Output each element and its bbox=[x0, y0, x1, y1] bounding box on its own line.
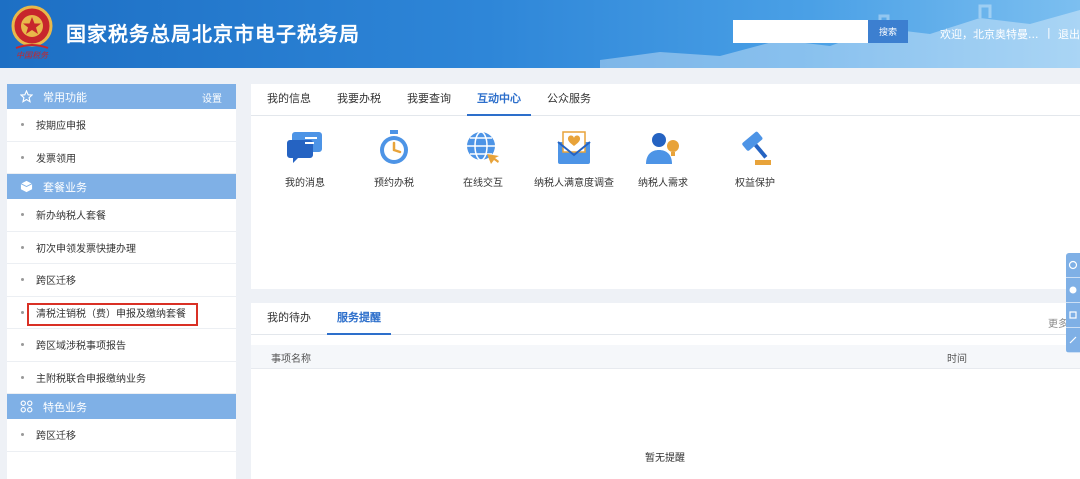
sidebar-section-package[interactable]: 套餐业务 bbox=[7, 174, 236, 199]
sidebar-item-label: 发票领用 bbox=[36, 153, 76, 165]
sidebar-section-featured[interactable]: 特色业务 bbox=[7, 394, 236, 419]
sidebar-section-title: 特色业务 bbox=[43, 400, 87, 414]
sidebar-item-new-taxpayer[interactable]: 新办纳税人套餐 bbox=[7, 199, 236, 232]
reminder-tabs: 我的待办 服务提醒 bbox=[251, 303, 1080, 335]
sidebar-item-joint-declare[interactable]: 主附税联合申报缴纳业务 bbox=[7, 362, 236, 394]
empty-state-text: 暂无提醒 bbox=[645, 453, 685, 464]
grid-item-online-interaction[interactable]: 在线交互 bbox=[443, 128, 523, 189]
more-link[interactable]: 更多 bbox=[1048, 315, 1068, 330]
settings-link[interactable]: 设置 bbox=[202, 90, 222, 105]
tax-emblem-icon: 中国税务 bbox=[11, 5, 53, 60]
tab-interaction-center[interactable]: 互动中心 bbox=[467, 84, 531, 116]
bullet-icon bbox=[21, 123, 24, 127]
float-tool-back-to-top-icon[interactable] bbox=[1066, 328, 1080, 353]
search-input[interactable] bbox=[733, 20, 868, 43]
sidebar-item-label: 跨区域涉税事项报告 bbox=[36, 341, 126, 353]
bullet-icon bbox=[21, 278, 24, 282]
sidebar-item-cross-region-report[interactable]: 跨区域涉税事项报告 bbox=[7, 329, 236, 362]
cube-icon bbox=[19, 180, 33, 194]
bullet-icon bbox=[21, 245, 24, 249]
grid-item-label: 在线交互 bbox=[463, 178, 503, 189]
sidebar-item-label: 主附税联合申报缴纳业务 bbox=[36, 373, 146, 385]
logout-link[interactable]: 退出 bbox=[1058, 26, 1080, 42]
stopwatch-icon bbox=[380, 130, 408, 164]
bullet-icon bbox=[21, 343, 24, 347]
sidebar-item-label: 新办纳税人套餐 bbox=[36, 211, 106, 223]
sidebar-item-first-invoice[interactable]: 初次申领发票快捷办理 bbox=[7, 232, 236, 264]
survey-envelope-icon bbox=[557, 131, 591, 164]
column-header-item-name: 事项名称 bbox=[271, 354, 311, 365]
sidebar: 常用功能 设置 按期应申报 发票领用 套餐业务 新办纳税人套餐 初次申领发票快捷… bbox=[7, 84, 236, 479]
tab-service-reminder[interactable]: 服务提醒 bbox=[327, 303, 391, 335]
search-button[interactable]: 搜索 bbox=[868, 20, 908, 43]
sidebar-item-label: 跨区迁移 bbox=[36, 431, 76, 443]
sidebar-item-deregistration-package[interactable]: 清税注销税（费）申报及缴纳套餐 bbox=[7, 297, 236, 329]
grid-item-label: 权益保护 bbox=[735, 178, 775, 189]
tab-query[interactable]: 我要查询 bbox=[397, 84, 461, 116]
user-idea-icon bbox=[646, 133, 679, 164]
grid-item-label: 纳税人满意度调查 bbox=[534, 178, 614, 189]
tab-public-service[interactable]: 公众服务 bbox=[537, 84, 601, 116]
grid-item-satisfaction-survey[interactable]: 纳税人满意度调查 bbox=[534, 128, 614, 189]
tab-my-info[interactable]: 我的信息 bbox=[257, 84, 321, 116]
highlight-box bbox=[27, 302, 198, 326]
bullet-icon bbox=[21, 310, 24, 314]
floating-toolbar bbox=[1066, 253, 1080, 353]
welcome-text[interactable]: 欢迎，北京奥特曼... bbox=[940, 26, 1039, 42]
message-icon bbox=[287, 132, 322, 163]
sidebar-item-periodic-declare[interactable]: 按期应申报 bbox=[7, 109, 236, 142]
float-tool-chat-icon[interactable] bbox=[1066, 253, 1080, 278]
sidebar-section-common[interactable]: 常用功能 设置 bbox=[7, 84, 236, 109]
grid-item-label: 我的消息 bbox=[285, 178, 325, 189]
sidebar-section-title: 套餐业务 bbox=[43, 180, 87, 194]
header-banner: 中国税务 国家税务总局北京市电子税务局 搜索 欢迎，北京奥特曼... | 退出 bbox=[0, 0, 1080, 68]
header-separator: | bbox=[1047, 26, 1051, 39]
grid-item-taxpayer-needs[interactable]: 纳税人需求 bbox=[623, 128, 703, 189]
sidebar-item-cross-region-migrate[interactable]: 跨区迁移 bbox=[7, 264, 236, 297]
globe-icon bbox=[467, 131, 499, 164]
sidebar-item-label: 按期应申报 bbox=[36, 121, 86, 133]
sidebar-item-invoice-claim[interactable]: 发票领用 bbox=[7, 142, 236, 174]
grid-item-label: 预约办税 bbox=[374, 178, 414, 189]
main-tabs: 我的信息 我要办税 我要查询 互动中心 公众服务 bbox=[251, 84, 1080, 116]
table-header: 事项名称 时间 bbox=[251, 345, 1080, 369]
emblem-text: 中国税务 bbox=[16, 51, 49, 60]
grid-item-appointment[interactable]: 预约办税 bbox=[354, 128, 434, 189]
float-tool-weibo-icon[interactable] bbox=[1066, 278, 1080, 303]
sidebar-item-label: 初次申领发票快捷办理 bbox=[36, 243, 136, 255]
tab-my-todo[interactable]: 我的待办 bbox=[257, 303, 321, 335]
interaction-grid: 我的消息 预约办税 在线交互 纳税人满意度调查 纳税人需求 权益保护 bbox=[251, 128, 1080, 208]
sidebar-item-label: 跨区迁移 bbox=[36, 276, 76, 288]
bullet-icon bbox=[21, 213, 24, 217]
site-title: 国家税务总局北京市电子税务局 bbox=[66, 22, 360, 46]
sidebar-section-title: 常用功能 bbox=[43, 90, 87, 104]
bullet-icon bbox=[21, 155, 24, 159]
grid-item-my-messages[interactable]: 我的消息 bbox=[265, 128, 345, 189]
column-header-time: 时间 bbox=[947, 354, 967, 365]
tab-tax-handling[interactable]: 我要办税 bbox=[327, 84, 391, 116]
interaction-panel: 我的信息 我要办税 我要查询 互动中心 公众服务 我的消息 预约办税 在线交互 … bbox=[251, 84, 1080, 289]
grid-icon bbox=[19, 400, 33, 414]
grid-item-label: 纳税人需求 bbox=[638, 178, 688, 189]
bullet-icon bbox=[21, 375, 24, 379]
star-icon bbox=[19, 90, 33, 104]
gavel-icon bbox=[742, 131, 771, 165]
float-tool-edit-icon[interactable] bbox=[1066, 303, 1080, 328]
sidebar-item-featured-migrate[interactable]: 跨区迁移 bbox=[7, 419, 236, 452]
grid-item-rights-protection[interactable]: 权益保护 bbox=[715, 128, 795, 189]
bullet-icon bbox=[21, 433, 24, 437]
reminder-panel: 我的待办 服务提醒 更多 事项名称 时间 暂无提醒 bbox=[251, 303, 1080, 479]
